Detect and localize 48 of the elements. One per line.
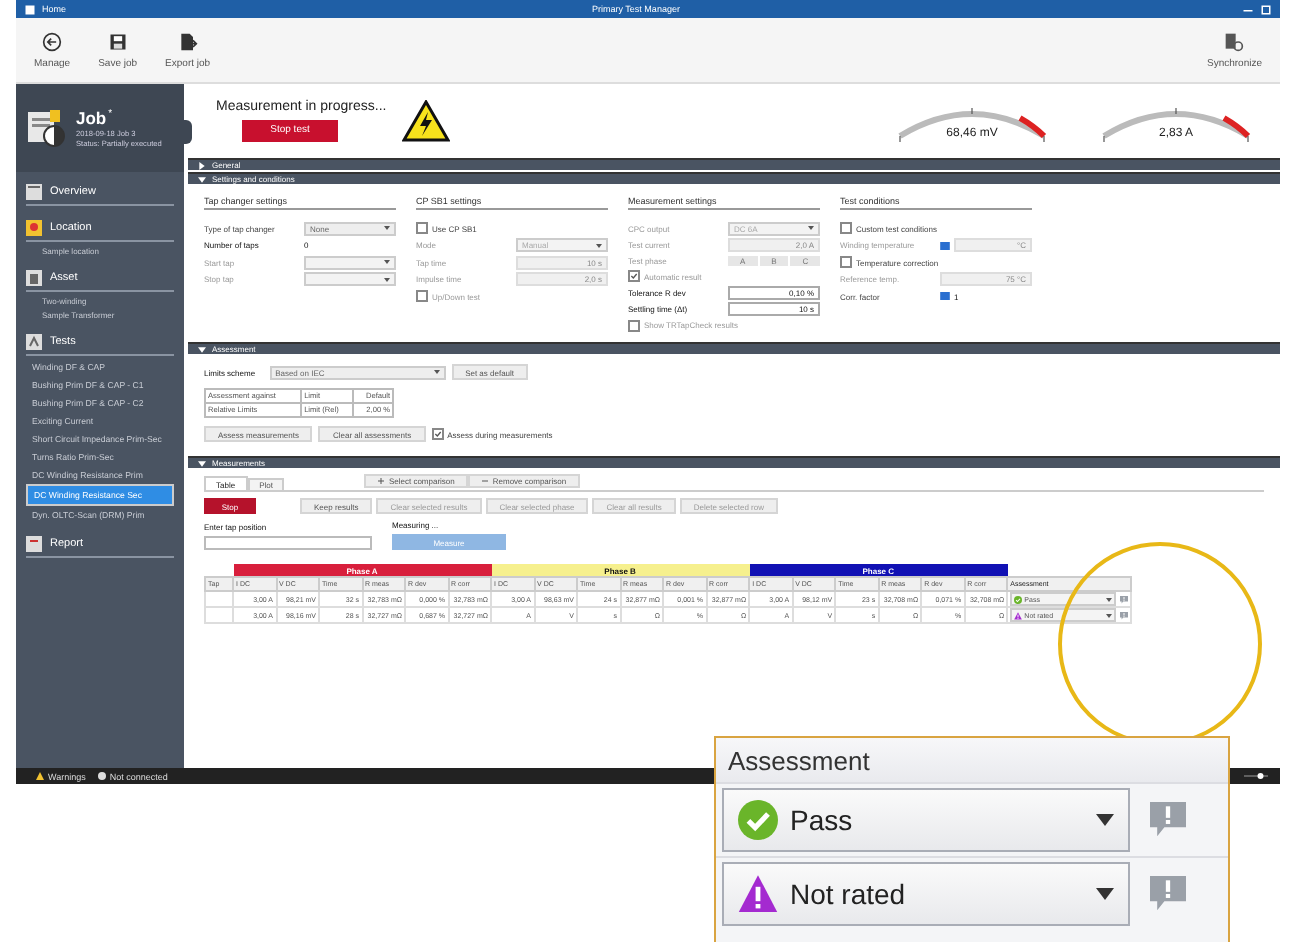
tap-position-field[interactable] xyxy=(204,536,372,550)
overview-icon xyxy=(26,184,42,200)
export-icon xyxy=(177,31,198,51)
transformer-icon xyxy=(26,270,42,286)
check-icon xyxy=(630,272,638,281)
tests-icon xyxy=(26,334,42,350)
warning-triangle-icon xyxy=(1014,611,1023,619)
dropdown[interactable] xyxy=(304,272,396,286)
caret-icon xyxy=(808,226,814,230)
caret-icon xyxy=(1106,597,1113,601)
maximize-icon[interactable] xyxy=(1260,3,1272,15)
check-circle-icon xyxy=(1014,595,1023,603)
info-icon xyxy=(940,241,950,249)
caret-icon xyxy=(1096,888,1114,900)
assessment-dropdown[interactable]: Not rated xyxy=(722,862,1130,926)
check-icon xyxy=(433,430,442,438)
plus-icon xyxy=(378,478,385,484)
comment-icon[interactable] xyxy=(1120,611,1129,619)
caret-icon xyxy=(384,260,390,264)
comment-icon[interactable] xyxy=(1150,876,1186,912)
job-title: Job xyxy=(76,108,107,128)
collapse-tab[interactable] xyxy=(184,120,192,144)
comment-icon[interactable] xyxy=(1120,595,1129,603)
expand-arrow-icon xyxy=(198,459,206,467)
connection-icon xyxy=(97,772,106,780)
report-icon xyxy=(26,536,42,552)
high-voltage-warning-icon xyxy=(402,99,451,141)
save-icon xyxy=(107,31,128,51)
map-pin-icon xyxy=(26,220,42,236)
caret-icon xyxy=(1106,613,1113,617)
check-circle-icon xyxy=(738,800,778,840)
caret-icon xyxy=(1096,814,1114,826)
warning-icon xyxy=(36,772,44,780)
zoom-slider[interactable] xyxy=(1244,770,1268,782)
assessment-dropdown[interactable]: Pass xyxy=(722,788,1130,852)
caret-icon xyxy=(596,243,602,247)
caret-icon xyxy=(384,277,390,281)
back-circle-icon xyxy=(42,31,63,51)
warning-triangle-icon xyxy=(738,874,778,914)
job-document-icon xyxy=(26,108,66,148)
comment-icon[interactable] xyxy=(1150,802,1186,838)
minus-icon xyxy=(482,478,489,484)
caret-icon xyxy=(433,370,440,374)
caret-icon xyxy=(384,226,390,230)
sync-icon xyxy=(1224,31,1245,51)
dropdown[interactable] xyxy=(304,255,396,269)
expand-arrow-icon xyxy=(198,345,206,353)
info-icon xyxy=(940,292,950,300)
